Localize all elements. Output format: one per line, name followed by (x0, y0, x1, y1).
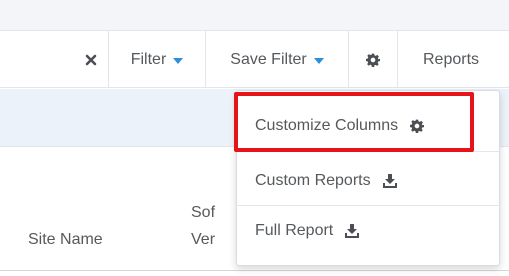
clear-filter-button[interactable] (76, 31, 106, 88)
download-icon (382, 174, 397, 188)
reports-button[interactable]: Reports (398, 31, 504, 88)
gear-icon (366, 53, 380, 67)
menu-item-label: Full Report (255, 222, 334, 239)
menu-item-label: Custom Reports (255, 172, 371, 189)
column-header-version[interactable]: Ver (191, 231, 215, 249)
menu-item-full-report[interactable]: Full Report (237, 202, 499, 260)
save-filter-label: Save Filter (230, 50, 307, 68)
column-header-software[interactable]: Sof (191, 204, 215, 222)
top-strip (0, 0, 509, 30)
filter-label: Filter (130, 50, 167, 68)
table-header-divider (0, 270, 509, 271)
column-header-site-name[interactable]: Site Name (28, 231, 103, 249)
save-filter-dropdown-button[interactable]: Save Filter (206, 31, 348, 88)
filter-toolbar: Filter Save Filter Reports (0, 30, 509, 88)
highlight-box (234, 92, 474, 152)
caret-down-icon (173, 57, 184, 64)
close-icon (85, 54, 97, 65)
settings-button[interactable] (349, 31, 397, 88)
caret-down-icon (313, 57, 324, 64)
download-icon (345, 224, 360, 238)
reports-label: Reports (422, 50, 480, 68)
filter-dropdown-button[interactable]: Filter (109, 31, 205, 88)
